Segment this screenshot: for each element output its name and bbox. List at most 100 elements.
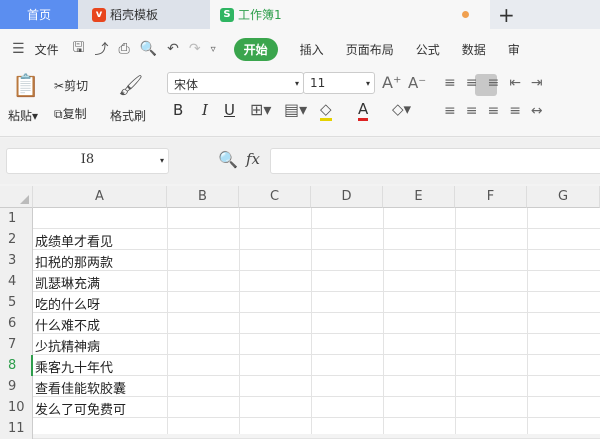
column-header-g[interactable]: G xyxy=(527,186,600,208)
font-color-button[interactable]: A xyxy=(358,100,369,121)
ribbon: 📋 粘贴▾ ✂剪切 ⧉复制 🖌 格式刷 宋体 ▾ 11 ▾ A⁺ A⁻ B I U … xyxy=(0,69,600,137)
menu-formulas[interactable]: 公式 xyxy=(416,41,440,58)
tab-home[interactable]: 首页 xyxy=(0,0,78,29)
menu-insert[interactable]: 插入 xyxy=(300,41,324,58)
table-row: 7 少抗精神病 xyxy=(0,334,600,355)
formula-input[interactable] xyxy=(270,148,600,174)
new-tab-button[interactable]: + xyxy=(498,3,515,27)
font-size-value: 11 xyxy=(310,76,326,90)
cell-ref-value: I8 xyxy=(80,152,95,167)
row-header[interactable]: 10 xyxy=(0,397,33,418)
column-header-e[interactable]: E xyxy=(383,186,455,208)
row-header[interactable]: 5 xyxy=(0,292,33,313)
cell-a10[interactable]: 发么了可免费可 xyxy=(35,399,126,418)
print-icon[interactable]: ⎙ xyxy=(119,41,130,57)
cell-a2[interactable]: 成绩单才看见 xyxy=(35,231,113,250)
column-header-f[interactable]: F xyxy=(455,186,527,208)
table-row: 1 xyxy=(0,208,600,229)
cell-a8[interactable]: 乘客九十年代 xyxy=(35,357,113,376)
copy-button[interactable]: ⧉复制 xyxy=(54,105,87,122)
tab-workbook[interactable]: S 工作簿1 xyxy=(210,0,490,29)
cell-a9[interactable]: 查看佳能软胶囊 xyxy=(35,378,126,397)
fill-color-icon[interactable]: ◇ xyxy=(320,100,332,121)
menu-file[interactable]: 文件 xyxy=(35,41,59,58)
font-name-value: 宋体 xyxy=(174,78,199,92)
tab-home-label: 首页 xyxy=(26,8,51,22)
unsaved-dot-icon xyxy=(462,11,469,18)
row-header[interactable]: 8 xyxy=(0,355,33,376)
cut-label: 剪切 xyxy=(64,79,89,93)
column-header-d[interactable]: D xyxy=(311,186,383,208)
save-icon[interactable]: 🖫 xyxy=(73,37,85,61)
insert-function-button[interactable]: fx xyxy=(246,150,260,168)
column-header-c[interactable]: C xyxy=(239,186,311,208)
menu-page-layout[interactable]: 页面布局 xyxy=(346,41,394,58)
select-all-corner[interactable] xyxy=(0,186,33,208)
row-header[interactable]: 7 xyxy=(0,334,33,355)
docer-logo-icon: v xyxy=(92,7,106,22)
tab-templates-label: 稻壳模板 xyxy=(110,8,159,22)
column-header-a[interactable]: A xyxy=(33,186,167,208)
cell-a7[interactable]: 少抗精神病 xyxy=(35,336,100,355)
table-row: 8 乘客九十年代 xyxy=(0,355,600,376)
format-painter-button[interactable]: 格式刷 xyxy=(110,107,146,124)
copy-label: 复制 xyxy=(62,107,87,121)
table-row: 10 发么了可免费可 xyxy=(0,397,600,418)
table-row: 9 查看佳能软胶囊 xyxy=(0,376,600,397)
row-header[interactable]: 9 xyxy=(0,376,33,397)
redo-icon[interactable]: ↷ xyxy=(189,41,201,57)
borders-icon[interactable]: ⊞▾ xyxy=(250,100,271,119)
increase-font-icon[interactable]: A⁺ xyxy=(382,73,401,92)
brush-icon: 🖌 xyxy=(118,73,144,97)
formula-bar: I8 ▾ 🔍 fx xyxy=(0,138,600,184)
font-size-select[interactable]: 11 ▾ xyxy=(303,72,375,94)
menu-review[interactable]: 审 xyxy=(508,41,520,58)
print-preview-icon[interactable]: 🔍 xyxy=(140,41,157,57)
row-header[interactable]: 11 xyxy=(0,418,33,439)
row-header[interactable]: 2 xyxy=(0,229,33,250)
row-header[interactable]: 6 xyxy=(0,313,33,334)
cell-a6[interactable]: 什么难不成 xyxy=(35,315,100,334)
table-row: 4 凯瑟琳充满 xyxy=(0,271,600,292)
cell-a5[interactable]: 吃的什么呀 xyxy=(35,294,100,313)
row-header[interactable]: 3 xyxy=(0,250,33,271)
tab-bar: 首页 v 稻壳模板 S 工作簿1 + xyxy=(0,0,600,29)
table-row: 11 xyxy=(0,418,600,439)
column-header-b[interactable]: B xyxy=(167,186,239,208)
tab-workbook-label: 工作簿1 xyxy=(238,8,282,22)
more-dropdown-icon[interactable]: ▿ xyxy=(211,44,216,55)
scissors-icon: ✂ xyxy=(54,79,65,93)
paste-button[interactable]: 粘贴▾ xyxy=(8,107,38,124)
bold-button[interactable]: B xyxy=(173,101,183,119)
zoom-formula-icon[interactable]: 🔍 xyxy=(218,150,238,169)
row-header[interactable]: 4 xyxy=(0,271,33,292)
table-row: 6 什么难不成 xyxy=(0,313,600,334)
cut-button[interactable]: ✂剪切 xyxy=(54,77,88,94)
spreadsheet-icon: S xyxy=(220,7,234,22)
cell-a3[interactable]: 扣税的那两款 xyxy=(35,252,113,271)
tab-templates[interactable]: v 稻壳模板 xyxy=(78,0,210,29)
cell-style-icon[interactable]: ▤▾ xyxy=(284,100,307,119)
table-row: 2 成绩单才看见 xyxy=(0,229,600,250)
italic-button[interactable]: I xyxy=(202,101,208,119)
hamburger-icon[interactable]: ☰ xyxy=(12,41,25,57)
table-row: 5 吃的什么呀 xyxy=(0,292,600,313)
clear-format-icon[interactable]: ◇▾ xyxy=(392,100,411,118)
horizontal-align-icons[interactable]: ≡≡≡≡↔ xyxy=(444,103,553,119)
export-icon[interactable]: ⤴ xyxy=(95,39,109,59)
menu-start[interactable]: 开始 xyxy=(233,37,278,61)
name-box[interactable]: I8 ▾ xyxy=(6,148,169,174)
decrease-font-icon[interactable]: A⁻ xyxy=(408,74,426,92)
paste-label: 粘贴 xyxy=(8,109,33,123)
menu-bar: ☰ 文件 🖫 ⤴ ⎙ 🔍 ↶ ↷ ▿ 开始 插入 页面布局 公式 数据 审 xyxy=(0,29,600,69)
paste-icon[interactable]: 📋 xyxy=(12,74,39,99)
table-row: 3 扣税的那两款 xyxy=(0,250,600,271)
underline-button[interactable]: U xyxy=(224,101,235,119)
spreadsheet-grid[interactable]: ABCDEFG 1 2 成绩单才看见 3 扣税的那两款 4 凯瑟琳充满 5 吃的什么呀 6 什么难不… xyxy=(0,186,600,439)
font-name-select[interactable]: 宋体 ▾ xyxy=(167,72,304,94)
row-header[interactable]: 1 xyxy=(0,208,33,229)
cell-a4[interactable]: 凯瑟琳充满 xyxy=(35,273,100,292)
undo-icon[interactable]: ↶ xyxy=(167,41,179,57)
menu-data[interactable]: 数据 xyxy=(462,41,486,58)
vertical-align-icons[interactable]: ≡≡≡⇤⇥ xyxy=(444,75,553,91)
